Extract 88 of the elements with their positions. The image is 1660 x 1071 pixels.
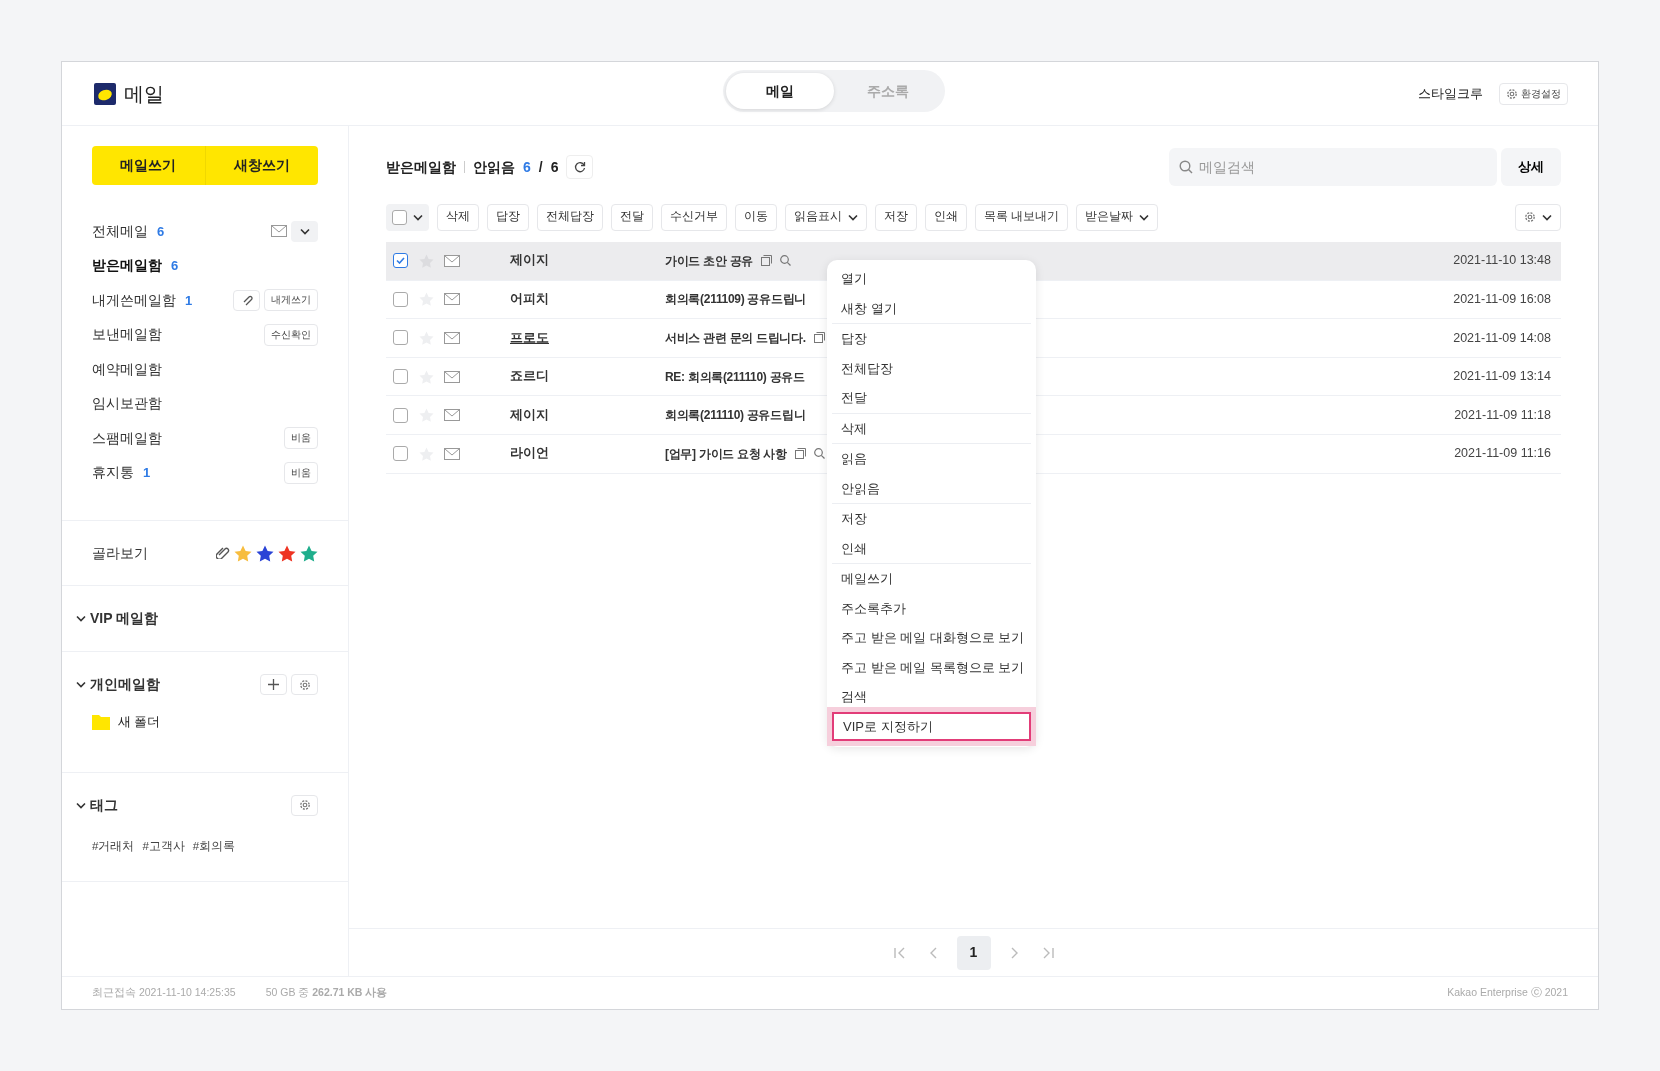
mail-subject[interactable]: 가이드 초안 공유 <box>665 251 753 270</box>
menu-item[interactable]: 주고 받은 메일 대화형으로 보기 <box>832 623 1031 653</box>
tag-link[interactable]: #회의록 <box>192 837 236 855</box>
section-toggle[interactable]: VIP 메일함 <box>76 608 159 629</box>
page-number[interactable]: 1 <box>956 935 991 970</box>
menu-item[interactable]: 안읽음 <box>832 473 1031 503</box>
section-toggle[interactable]: 개인메일함 <box>76 674 160 695</box>
folder-action-button[interactable]: 내게쓰기 <box>264 289 318 312</box>
app-title: 메일 <box>124 81 164 107</box>
total-count: 6 <box>550 157 559 177</box>
sender-name[interactable]: 죠르디 <box>510 367 665 386</box>
toolbar-button[interactable]: 읽음표시 <box>785 203 867 231</box>
filter-label: 골라보기 <box>92 543 148 563</box>
storage-usage-text: 50 GB 중 262.71 KB 사용 <box>265 985 388 1001</box>
toolbar-button[interactable]: 전체답장 <box>537 203 603 231</box>
toolbar-button[interactable]: 받은날짜 <box>1076 203 1159 231</box>
menu-item[interactable]: 전체답장 <box>832 353 1031 383</box>
mail-subject[interactable]: 회의록(211110) 공유드립니 <box>665 406 806 425</box>
mail-subject[interactable]: [업무] 가이드 요청 사항 <box>665 444 787 463</box>
toolbar-button[interactable]: 답장 <box>487 203 529 231</box>
mail-subject[interactable]: 서비스 관련 문의 드립니다. <box>665 329 806 347</box>
folder-link[interactable]: 임시보관함 <box>92 393 162 415</box>
folder-action-button[interactable]: 비움 <box>284 461 318 484</box>
menu-item[interactable]: 저장 <box>832 504 1031 534</box>
toolbar-button[interactable]: 저장 <box>875 203 917 231</box>
tag-link[interactable]: #고객사 <box>142 837 185 855</box>
mail-date: 2021-11-09 11:18 <box>1454 406 1552 424</box>
folder-action-button[interactable]: 비움 <box>284 427 318 450</box>
unread-count: 6 <box>171 257 179 275</box>
sender-name[interactable]: 어피치 <box>510 290 665 309</box>
search-field[interactable]: 메일검색 <box>1169 148 1497 186</box>
folder-link[interactable]: 전체메일 <box>92 220 148 242</box>
folder-link[interactable]: 보낸메일함 <box>92 324 162 346</box>
menu-item[interactable]: 전달 <box>832 383 1031 413</box>
unread-label: 안읽음 <box>473 157 515 177</box>
folder-action-button[interactable]: 수신확인 <box>264 323 318 346</box>
menu-item[interactable]: 답장 <box>832 324 1031 354</box>
tag-link[interactable]: #거래처 <box>92 837 135 855</box>
unread-count: 6 <box>157 222 165 241</box>
user-name[interactable]: 스타일크루 <box>1418 83 1483 104</box>
mail-date: 2021-11-09 14:08 <box>1453 329 1552 347</box>
last-login-text: 최근접속 2021-11-10 14:25:35 <box>92 985 236 1001</box>
unread-count: 1 <box>143 464 151 482</box>
mail-date: 2021-11-09 11:16 <box>1454 445 1552 463</box>
settings-button[interactable]: 환경설정 <box>1499 82 1568 105</box>
menu-item[interactable]: 인쇄 <box>832 533 1031 563</box>
menu-item[interactable]: 삭제 <box>832 413 1031 443</box>
toolbar-button[interactable]: 목록 내보내기 <box>975 203 1069 231</box>
sender-name[interactable]: 제이지 <box>510 405 665 425</box>
mail-subject[interactable]: RE: 회의록(211110) 공유드 <box>665 367 805 386</box>
unread-count: 1 <box>185 291 193 310</box>
menu-item[interactable]: 열기 <box>832 264 1031 294</box>
mail-date: 2021-11-10 13:48 <box>1453 252 1552 270</box>
compose-button[interactable]: 새창쓰기 <box>204 146 318 185</box>
mailbox-title: 받은메일함 <box>386 157 456 177</box>
folder-link[interactable]: 휴지통 <box>92 462 134 484</box>
folder-link[interactable]: 받은메일함 <box>92 255 162 277</box>
detail-search-button[interactable]: 상세 <box>1501 148 1561 186</box>
nav-tab[interactable]: 메일 <box>726 73 834 109</box>
toolbar-button[interactable]: 수신거부 <box>661 203 727 231</box>
count-separator: / <box>538 157 543 177</box>
mail-date: 2021-11-09 16:08 <box>1453 291 1552 308</box>
menu-item[interactable]: 주고 받은 메일 목록형으로 보기 <box>832 652 1031 682</box>
sender-name[interactable]: 라이언 <box>510 444 665 464</box>
folder-link[interactable]: 내게쓴메일함 <box>92 289 176 311</box>
section-title: VIP 메일함 <box>90 609 159 628</box>
menu-item[interactable]: 새창 열기 <box>832 293 1031 323</box>
folder-link[interactable]: 스팸메일함 <box>92 427 162 449</box>
toolbar-button[interactable]: 삭제 <box>437 203 479 231</box>
unread-count: 6 <box>523 157 531 177</box>
menu-item[interactable]: 검색 <box>832 682 1031 712</box>
toolbar-button[interactable]: 이동 <box>735 203 777 231</box>
menu-item[interactable]: 주소록추가 <box>832 593 1031 623</box>
section-title: 개인메일함 <box>90 675 160 694</box>
toolbar-button[interactable]: 전달 <box>611 203 653 231</box>
folder-link[interactable]: 예약메일함 <box>92 358 162 380</box>
section-title: 태그 <box>90 795 118 815</box>
mail-date: 2021-11-09 13:14 <box>1453 368 1552 386</box>
compose-button[interactable]: 메일쓰기 <box>92 146 205 185</box>
section-toggle[interactable]: 태그 <box>76 794 118 816</box>
toolbar-button[interactable]: 인쇄 <box>925 203 967 231</box>
copyright-text: Kakao Enterprise ⓒ 2021 <box>1447 985 1568 1001</box>
sender-name[interactable]: 제이지 <box>510 251 665 271</box>
folder-link[interactable]: 새 폴더 <box>118 713 161 732</box>
menu-item[interactable]: 읽음 <box>832 444 1031 474</box>
menu-item[interactable]: 메일쓰기 <box>832 564 1031 594</box>
sender-name[interactable]: 프로도 <box>510 328 665 348</box>
mail-subject[interactable]: 회의록(211109) 공유드립니 <box>665 290 806 309</box>
